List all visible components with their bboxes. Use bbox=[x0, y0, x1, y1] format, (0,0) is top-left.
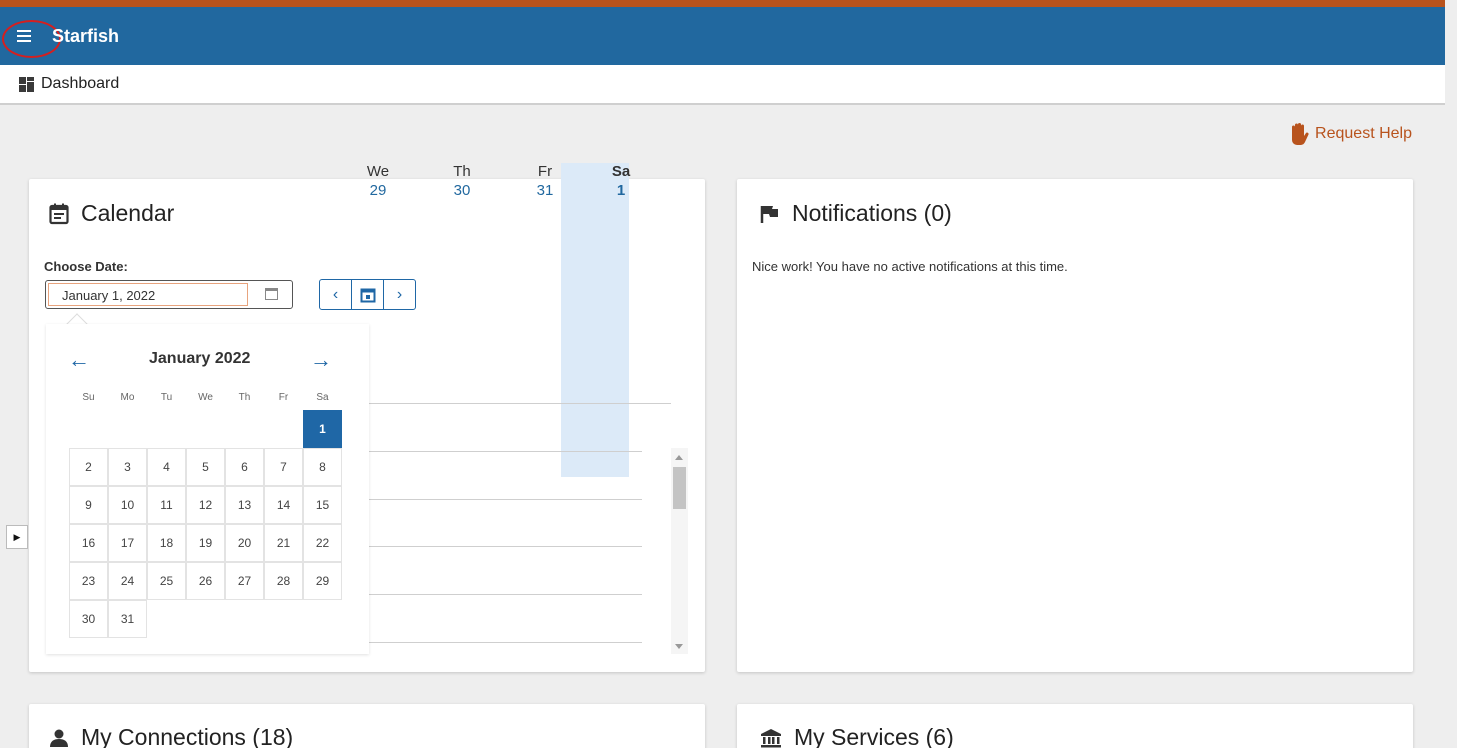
datepicker-day[interactable]: 8 bbox=[303, 448, 342, 486]
weekday-header: Fr bbox=[278, 392, 289, 403]
datepicker-day[interactable]: 6 bbox=[225, 448, 264, 486]
calendar-card-title: Calendar bbox=[49, 200, 174, 227]
weekday-header: Sa bbox=[316, 392, 329, 403]
day-columns: We 29 Th 30 Fr 31 Sa 1 bbox=[330, 163, 642, 477]
datepicker-day[interactable]: 13 bbox=[225, 486, 264, 524]
scroll-up-arrow[interactable] bbox=[675, 455, 683, 460]
flag-icon bbox=[760, 205, 778, 223]
weekday-header: We bbox=[198, 392, 213, 403]
choose-date-label: Choose Date: bbox=[44, 259, 128, 274]
datepicker-day[interactable]: 20 bbox=[225, 524, 264, 562]
institution-icon bbox=[761, 728, 781, 747]
day-name: We bbox=[366, 163, 390, 180]
day-date[interactable]: 31 bbox=[505, 182, 585, 199]
datepicker-day[interactable]: 18 bbox=[147, 524, 186, 562]
previous-month-button[interactable]: ← bbox=[68, 347, 90, 373]
next-month-button[interactable]: → bbox=[310, 347, 332, 373]
day-column: Th 30 bbox=[422, 163, 502, 199]
day-name: Th bbox=[453, 163, 471, 180]
datepicker-day[interactable]: 5 bbox=[186, 448, 225, 486]
day-name: Sa bbox=[611, 163, 631, 180]
datepicker-day[interactable]: 7 bbox=[264, 448, 303, 486]
datepicker-day[interactable]: 12 bbox=[186, 486, 225, 524]
datepicker-day[interactable]: 29 bbox=[303, 562, 342, 600]
datepicker-day[interactable]: 2 bbox=[69, 448, 108, 486]
connections-card: My Connections (18) bbox=[29, 704, 705, 748]
datepicker-day[interactable]: 28 bbox=[264, 562, 303, 600]
datepicker-day[interactable]: 4 bbox=[147, 448, 186, 486]
datepicker-day[interactable]: 17 bbox=[108, 524, 147, 562]
date-field[interactable]: January 1, 2022 bbox=[45, 280, 293, 309]
app-header: Starfish bbox=[0, 7, 1445, 65]
notifications-title: Notifications (0) bbox=[792, 200, 952, 226]
datepicker-day[interactable]: 21 bbox=[264, 524, 303, 562]
datepicker-day[interactable]: 10 bbox=[108, 486, 147, 524]
connections-card-title: My Connections (18) bbox=[49, 724, 293, 748]
request-help-link[interactable]: Request Help bbox=[1288, 122, 1412, 146]
weekday-header: Mo bbox=[120, 392, 135, 403]
datepicker-day[interactable]: 26 bbox=[186, 562, 225, 600]
request-help-label: Request Help bbox=[1315, 125, 1412, 142]
services-card-title: My Services (6) bbox=[760, 724, 954, 748]
datepicker-day[interactable]: 24 bbox=[108, 562, 147, 600]
connections-title: My Connections (18) bbox=[81, 724, 294, 748]
datepicker-day[interactable]: 1 bbox=[303, 410, 342, 448]
datepicker-day[interactable]: 23 bbox=[69, 562, 108, 600]
date-input-value[interactable]: January 1, 2022 bbox=[48, 283, 248, 306]
day-date[interactable]: 29 bbox=[338, 182, 418, 199]
datepicker-day[interactable]: 27 bbox=[225, 562, 264, 600]
weekday-header: Th bbox=[238, 392, 251, 403]
breadcrumb-bar: Dashboard bbox=[0, 65, 1445, 105]
scroll-down-arrow[interactable] bbox=[675, 644, 683, 649]
notifications-card: Notifications (0) Nice work! You have no… bbox=[737, 179, 1413, 672]
datepicker-day[interactable]: 3 bbox=[108, 448, 147, 486]
day-name: Fr bbox=[537, 163, 553, 180]
calendar-icon bbox=[49, 203, 69, 224]
day-date[interactable]: 30 bbox=[422, 182, 502, 199]
person-icon bbox=[50, 729, 68, 747]
datepicker-day[interactable]: 16 bbox=[69, 524, 108, 562]
day-column: We 29 bbox=[338, 163, 418, 199]
weekday-header: Su bbox=[82, 392, 95, 403]
side-panel-toggle[interactable]: ▶ bbox=[6, 525, 28, 549]
datepicker-day[interactable]: 11 bbox=[147, 486, 186, 524]
datepicker-day[interactable]: 30 bbox=[69, 600, 108, 638]
notifications-message: Nice work! You have no active notificati… bbox=[752, 259, 1068, 274]
app-title: Starfish bbox=[52, 26, 120, 46]
raised-hand-icon bbox=[1292, 123, 1309, 145]
weekday-header: Tu bbox=[160, 392, 173, 403]
page-title: Dashboard bbox=[41, 75, 120, 92]
calendar-title: Calendar bbox=[81, 200, 175, 226]
dashboard-icon bbox=[19, 77, 34, 92]
datepicker-day[interactable]: 15 bbox=[303, 486, 342, 524]
scrollbar-thumb[interactable] bbox=[673, 467, 686, 509]
day-column: Sa 1 bbox=[581, 163, 661, 199]
datepicker-day[interactable]: 9 bbox=[69, 486, 108, 524]
notifications-card-title: Notifications (0) bbox=[760, 200, 952, 227]
services-title: My Services (6) bbox=[794, 724, 954, 748]
datepicker-day[interactable]: 14 bbox=[264, 486, 303, 524]
datepicker-popup: ← January 2022 → Su Mo Tu We Th Fr Sa 1 2 3 4 5 6 7 8 9… bbox=[46, 324, 369, 654]
datepicker-day[interactable]: 19 bbox=[186, 524, 225, 562]
day-column: Fr 31 bbox=[505, 163, 585, 199]
top-accent-stripe bbox=[0, 0, 1445, 7]
services-card: My Services (6) bbox=[737, 704, 1413, 748]
day-date[interactable]: 1 bbox=[581, 182, 661, 199]
datepicker-day[interactable]: 25 bbox=[147, 562, 186, 600]
datepicker-day[interactable]: 22 bbox=[303, 524, 342, 562]
calendar-picker-icon[interactable] bbox=[265, 288, 278, 300]
datepicker-month: January 2022 bbox=[149, 350, 251, 367]
datepicker-day[interactable]: 31 bbox=[108, 600, 147, 638]
